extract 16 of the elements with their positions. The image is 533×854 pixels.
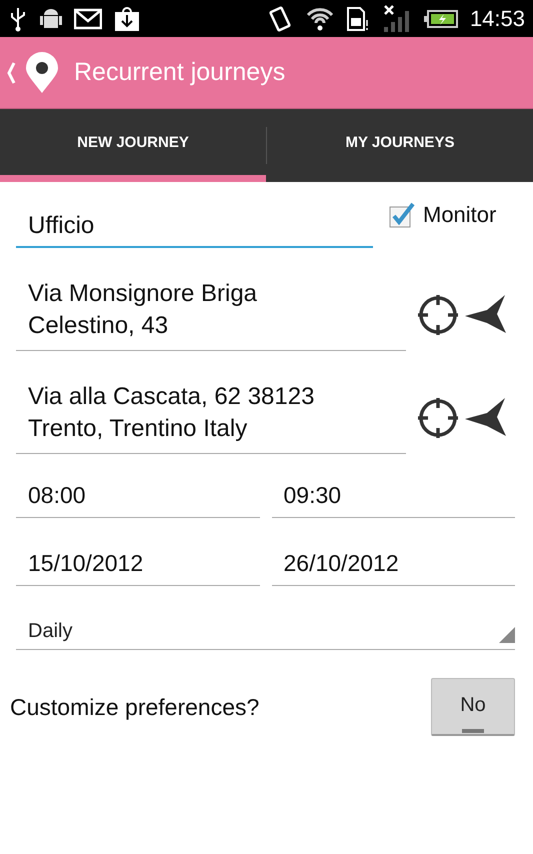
preferences-label: Customize preferences? bbox=[10, 694, 260, 720]
toggle-button[interactable]: No bbox=[431, 678, 515, 736]
address-field[interactable]: Via Monsignore Briga Celestino, 43 bbox=[16, 278, 406, 351]
address-field[interactable]: Via alla Cascata, 62 38123 Trento, Trentino Italy bbox=[16, 381, 406, 454]
dropdown-value: Daily bbox=[27, 620, 74, 643]
status-time: 14:53 bbox=[470, 6, 525, 32]
time-field[interactable]: 08:00 bbox=[16, 482, 260, 518]
checkbox-label: Monitor bbox=[423, 202, 496, 228]
time-field[interactable]: 09:30 bbox=[272, 482, 515, 518]
screen-title: Recurrent journeys bbox=[74, 58, 286, 87]
tab[interactable]: MY JOURNEYS bbox=[267, 109, 533, 182]
tab[interactable]: NEW JOURNEY bbox=[0, 109, 266, 182]
recurrence-dropdown[interactable]: Daily bbox=[16, 620, 515, 650]
date-field[interactable]: 15/10/2012 bbox=[16, 550, 260, 586]
date-field[interactable]: 26/10/2012 bbox=[272, 550, 515, 586]
name-field[interactable]: Ufficio bbox=[16, 212, 373, 248]
